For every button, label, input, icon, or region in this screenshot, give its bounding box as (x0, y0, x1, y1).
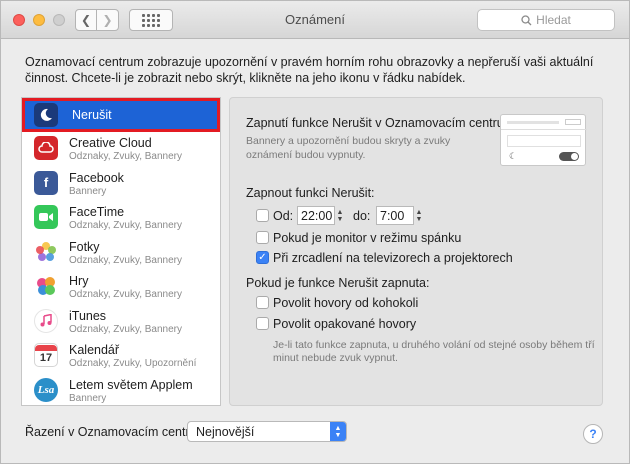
app-item-label: Facebook (69, 170, 124, 185)
app-item-label: iTunes (69, 308, 107, 323)
app-item-sublabel: Bannery (69, 392, 107, 404)
search-input[interactable]: Hledat (477, 9, 615, 31)
time-range-checkbox[interactable] (256, 209, 269, 222)
app-item-label: FaceTime (69, 205, 125, 219)
app-item-label: Creative Cloud (69, 136, 152, 150)
moon-icon (34, 103, 58, 127)
when-on-label: Pokud je funkce Nerušit zapnuta: (246, 276, 430, 290)
itunes-icon (34, 308, 58, 333)
allow-calls-checkbox[interactable] (256, 296, 269, 309)
checkmark-icon: ✓ (258, 251, 267, 263)
app-item-sublabel: Odznaky, Zvuky, Upozornění (69, 358, 197, 369)
app-item-itunes[interactable]: iTunes Odznaky, Zvuky, Bannery (22, 305, 220, 340)
sleep-label[interactable]: Pokud je monitor v režimu spánku (273, 231, 461, 245)
app-item-kalendar[interactable]: 17 Kalendář Odznaky, Zvuky, Upozornění (22, 339, 220, 374)
app-item-sublabel: Odznaky, Zvuky, Bannery (69, 323, 183, 335)
allow-calls-label[interactable]: Povolit hovory od kohokoli (273, 296, 418, 310)
dnd-heading: Zapnutí funkce Nerušit v Oznamovacím cen… (246, 116, 504, 130)
game-center-icon (34, 274, 58, 298)
moon-icon: ☾ (509, 151, 518, 161)
app-item-sublabel: Odznaky, Zvuky, Bannery (69, 254, 183, 266)
select-arrows-icon: ▲ ▼ (330, 422, 346, 441)
sort-select-value: Nejnovější (196, 424, 255, 439)
app-item-letem-svetem-applem[interactable]: Lsa Letem světem Applem Bannery (22, 374, 220, 406)
mirror-checkbox[interactable]: ✓ (256, 251, 269, 264)
app-item-sublabel: Odznaky, Zvuky, Bannery (69, 151, 183, 162)
do-not-disturb-panel: Zapnutí funkce Nerušit v Oznamovacím cen… (229, 97, 603, 406)
facetime-icon (34, 205, 58, 229)
from-label: Od: (273, 209, 294, 223)
app-item-sublabel: Odznaky, Zvuky, Bannery (69, 220, 183, 231)
app-item-label: Fotky (69, 239, 100, 254)
sort-select[interactable]: Nejnovější ▲ ▼ (187, 421, 347, 442)
app-item-sublabel: Bannery (69, 185, 107, 197)
search-icon (521, 14, 532, 25)
app-item-fotky[interactable]: Fotky Odznaky, Zvuky, Bannery (22, 236, 220, 271)
app-item-label: Kalendář (69, 343, 120, 357)
sort-label: Řazení v Oznamovacím centru: (25, 425, 201, 439)
dnd-description-line1: Bannery a upozornění budou skryty a zvuk… (246, 135, 451, 147)
to-time-stepper[interactable]: ▲ ▼ (414, 207, 424, 224)
repeated-calls-note-line1: Je-li tato funkce zapnuta, u druhého vol… (273, 339, 595, 351)
app-item-sublabel: Odznaky, Zvuky, Bannery (69, 289, 183, 300)
toggle-icon (559, 152, 579, 161)
app-item-hry[interactable]: Hry Odznaky, Zvuky, Bannery (22, 270, 220, 305)
creative-cloud-icon (34, 136, 58, 160)
notification-center-preview: ☾ (500, 114, 587, 166)
app-item-facetime[interactable]: FaceTime Odznaky, Zvuky, Bannery (22, 201, 220, 236)
preferences-window: ❮ ❯ Oznámení Hledat Oznamovací centrum z… (0, 0, 630, 464)
photos-icon (34, 239, 58, 264)
repeated-calls-note-line2: minut nebude zvuk vypnut. (273, 352, 398, 364)
sleep-checkbox[interactable] (256, 231, 269, 244)
app-item-label: Hry (69, 274, 89, 288)
app-list[interactable]: Nerušit Creative Cloud Odznaky, Zvuky, B… (21, 97, 221, 406)
to-label: do: (353, 209, 371, 223)
app-item-label: Nerušit (72, 108, 112, 122)
from-time-stepper[interactable]: ▲ ▼ (335, 207, 345, 224)
help-button[interactable]: ? (583, 424, 603, 444)
from-time-field[interactable]: 22:00 (297, 206, 335, 225)
repeated-calls-checkbox[interactable] (256, 317, 269, 330)
app-item-creative-cloud[interactable]: Creative Cloud Odznaky, Zvuky, Bannery (22, 132, 220, 167)
letem-svetem-applem-icon: Lsa (34, 377, 58, 402)
intro-text: Oznamovací centrum zobrazuje upozornění … (25, 55, 594, 85)
mirror-label[interactable]: Při zrcadlení na televizorech a projekto… (273, 251, 513, 265)
search-placeholder: Hledat (536, 13, 571, 27)
app-item-facebook[interactable]: f Facebook Bannery (22, 167, 220, 202)
turn-on-label: Zapnout funkci Nerušit: (246, 186, 375, 200)
calendar-icon: 17 (34, 343, 58, 367)
app-item-nerusit[interactable]: Nerušit (22, 98, 220, 132)
facebook-icon: f (34, 170, 58, 195)
to-time-field[interactable]: 7:00 (376, 206, 414, 225)
dnd-description-line2: oznámení budou vypnuty. (246, 149, 366, 161)
repeated-calls-label[interactable]: Povolit opakované hovory (273, 317, 416, 331)
title-bar: ❮ ❯ Oznámení Hledat (1, 1, 629, 39)
app-item-label: Letem světem Applem (69, 377, 193, 392)
